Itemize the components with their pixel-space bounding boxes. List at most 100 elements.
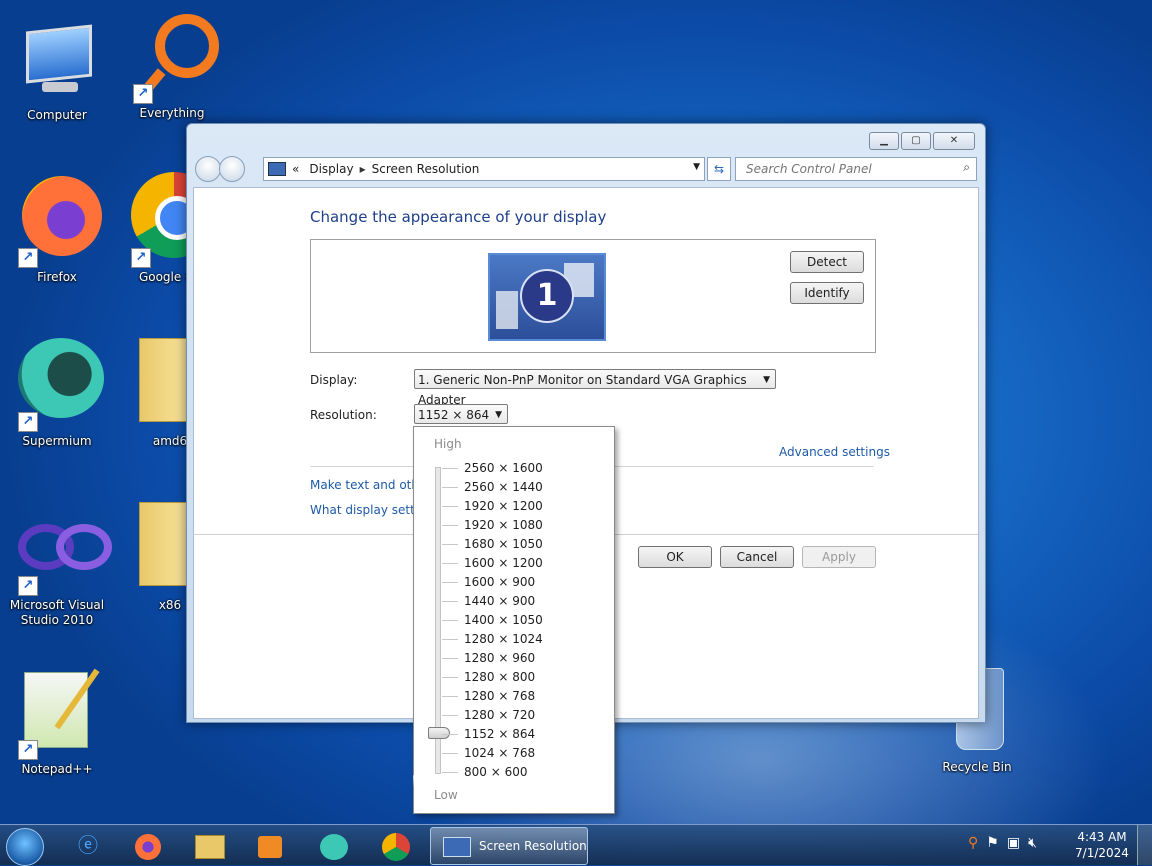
supermium-icon: ↗ xyxy=(14,334,104,434)
volume-muted-icon[interactable]: 🔇︎ xyxy=(1028,835,1037,851)
desktop-icon-label: Supermium xyxy=(22,434,92,448)
display-icon xyxy=(268,162,286,176)
breadcrumb-screen-resolution[interactable]: Screen Resolution xyxy=(372,162,480,176)
show-desktop-button[interactable] xyxy=(1137,825,1152,865)
forward-button[interactable] xyxy=(219,156,245,182)
desktop-icon-firefox[interactable]: ↗ Firefox xyxy=(7,170,107,285)
window-controls: ▁ ▢ ✕ xyxy=(869,132,975,150)
maximize-button[interactable]: ▢ xyxy=(901,132,931,150)
desktop-icon-everything[interactable]: ↗ Everything xyxy=(122,6,222,121)
address-bar[interactable]: « Display ▸ Screen Resolution ▼ xyxy=(263,157,705,181)
desktop-icon-computer[interactable]: Computer xyxy=(7,22,107,123)
back-button[interactable] xyxy=(195,156,221,182)
computer-icon xyxy=(14,22,100,108)
everything-tray-icon[interactable]: ⚲ xyxy=(968,835,978,851)
firefox-icon[interactable] xyxy=(128,829,168,861)
slider-tick xyxy=(442,563,458,564)
slider-tick xyxy=(442,468,458,469)
apply-button[interactable]: Apply xyxy=(802,546,876,568)
desktop-icon-label: Microsoft Visual Studio 2010 xyxy=(9,598,105,627)
slider-tick xyxy=(442,525,458,526)
resolution-select-value: 1152 × 864 xyxy=(418,408,490,422)
everything-icon: ↗ xyxy=(129,6,219,106)
desktop-icon-label: Recycle Bin xyxy=(942,760,1012,774)
search-input[interactable] xyxy=(744,161,958,177)
chevron-down-icon: ▼ xyxy=(495,410,502,420)
refresh-button[interactable]: ⇆ xyxy=(707,157,731,181)
breadcrumb-separator-icon[interactable]: ▸ xyxy=(360,162,366,176)
ok-button[interactable]: OK xyxy=(638,546,712,568)
resolution-option[interactable]: 1600 × 900 xyxy=(464,573,535,592)
slider-tick xyxy=(442,715,458,716)
search-icon[interactable]: ⌕ xyxy=(963,160,970,175)
media-player-icon[interactable] xyxy=(250,829,290,861)
notepad-plus-plus-icon: ↗ xyxy=(14,662,100,762)
resolution-option[interactable]: 1920 × 1200 xyxy=(464,497,543,516)
slider-tick xyxy=(442,734,458,735)
breadcrumb-display[interactable]: Display xyxy=(309,162,353,176)
desktop-icon-label: Firefox xyxy=(37,270,77,284)
shortcut-arrow-icon: ↗ xyxy=(131,248,151,268)
resolution-option[interactable]: 1680 × 1050 xyxy=(464,535,543,554)
slider-tick xyxy=(442,544,458,545)
chevron-down-icon[interactable]: ▼ xyxy=(693,162,700,172)
low-label: Low xyxy=(434,788,458,802)
search-box[interactable]: ⌕ xyxy=(735,157,977,181)
resolution-option[interactable]: 1600 × 1200 xyxy=(464,554,543,573)
slider-tick xyxy=(442,620,458,621)
resolution-option[interactable]: 2560 × 1600 xyxy=(464,459,543,478)
clock-time: 4:43 AM xyxy=(1077,830,1127,844)
resolution-dropdown: High 2560 × 1600 2560 × 1440 1920 × 1200 19… xyxy=(413,426,615,814)
internet-explorer-icon[interactable]: ⓔ xyxy=(68,829,108,861)
monitor-1-tile[interactable]: 1 xyxy=(488,253,606,341)
shortcut-arrow-icon: ↗ xyxy=(18,248,38,268)
action-center-flag-icon[interactable]: ⚑ xyxy=(986,835,999,851)
refresh-icon: ⇆ xyxy=(713,162,725,176)
display-select[interactable]: 1. Generic Non-PnP Monitor on Standard V… xyxy=(414,369,776,407)
supermium-icon[interactable] xyxy=(314,829,354,861)
visual-studio-icon: ↗ xyxy=(14,498,112,598)
desktop-icon-supermium[interactable]: ↗ Supermium xyxy=(7,334,107,449)
high-label: High xyxy=(434,437,462,451)
resolution-option[interactable]: 1024 × 768 xyxy=(464,744,535,763)
resolution-option[interactable]: 1280 × 768 xyxy=(464,687,535,706)
resolution-option[interactable]: 1152 × 864 xyxy=(464,725,535,744)
taskbar: ⓔ Screen Resolution ⚲ ⚑ ▣ 🔇︎ 4:43 AM 7/1… xyxy=(0,824,1152,866)
cancel-button[interactable]: Cancel xyxy=(720,546,794,568)
identify-button[interactable]: Identify xyxy=(790,282,864,304)
desktop-icon-label: Everything xyxy=(139,106,205,120)
resolution-option[interactable]: 1920 × 1080 xyxy=(464,516,543,535)
breadcrumb-prefix[interactable]: « xyxy=(292,162,299,176)
resolution-select[interactable]: 1152 × 864 ▼ xyxy=(414,404,508,424)
display-select-value: 1. Generic Non-PnP Monitor on Standard V… xyxy=(418,373,747,407)
resolution-option[interactable]: 1280 × 1024 xyxy=(464,630,543,649)
slider-tick xyxy=(442,582,458,583)
desktop-icon-notepad-plus-plus[interactable]: ↗ Notepad++ xyxy=(7,662,107,777)
slider-tick xyxy=(442,753,458,754)
resolution-option[interactable]: 1440 × 900 xyxy=(464,592,535,611)
close-button[interactable]: ✕ xyxy=(933,132,975,150)
resolution-option[interactable]: 1280 × 720 xyxy=(464,706,535,725)
slider-tick xyxy=(442,487,458,488)
network-icon[interactable]: ▣ xyxy=(1007,835,1020,851)
clock[interactable]: 4:43 AM 7/1/2024 xyxy=(1074,829,1130,861)
chevron-down-icon: ▼ xyxy=(763,375,770,385)
resolution-slider-thumb[interactable] xyxy=(428,727,450,739)
start-button[interactable] xyxy=(6,828,44,866)
chrome-icon[interactable] xyxy=(376,829,416,861)
file-explorer-icon[interactable] xyxy=(190,829,230,861)
resolution-option[interactable]: 1400 × 1050 xyxy=(464,611,543,630)
detect-button[interactable]: Detect xyxy=(790,251,864,273)
resolution-option[interactable]: 1280 × 800 xyxy=(464,668,535,687)
resolution-option[interactable]: 1280 × 960 xyxy=(464,649,535,668)
advanced-settings-link[interactable]: Advanced settings xyxy=(779,445,890,459)
desktop-icon-label: Computer xyxy=(27,108,87,122)
resolution-option[interactable]: 800 × 600 xyxy=(464,763,528,782)
display-icon xyxy=(443,836,471,857)
resolution-option[interactable]: 2560 × 1440 xyxy=(464,478,543,497)
shortcut-arrow-icon: ↗ xyxy=(18,576,38,596)
desktop-icon-visual-studio[interactable]: ↗ Microsoft Visual Studio 2010 xyxy=(7,498,112,628)
minimize-button[interactable]: ▁ xyxy=(869,132,899,150)
slider-tick xyxy=(442,677,458,678)
taskbar-item-screen-resolution[interactable]: Screen Resolution xyxy=(430,827,588,865)
